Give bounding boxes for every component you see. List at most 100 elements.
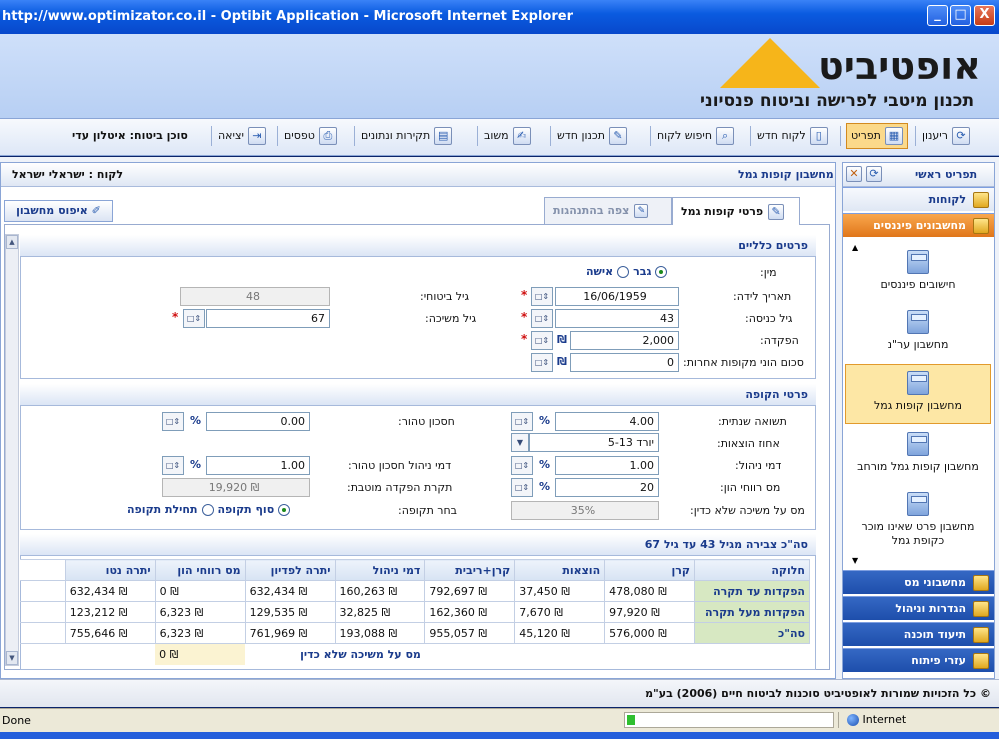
table-cell-empty bbox=[20, 580, 66, 602]
close-button[interactable]: X bbox=[974, 5, 995, 26]
withdraw-age-field[interactable]: 67 bbox=[206, 309, 330, 328]
pure-saving-fee-spinner[interactable]: □⇕ bbox=[162, 456, 184, 475]
pure-saving-percent: % bbox=[190, 414, 202, 427]
birth-date-field[interactable]: 16/06/1959 bbox=[555, 287, 679, 306]
period-end-radio[interactable] bbox=[278, 503, 291, 516]
scroll-down-icon[interactable]: ▼ bbox=[852, 556, 858, 565]
capital-gains-spinner[interactable]: □⇕ bbox=[511, 478, 533, 497]
other-funds-spinner[interactable]: □⇕ bbox=[531, 353, 553, 372]
period-start-radio[interactable] bbox=[201, 503, 214, 516]
required-mark: * bbox=[521, 288, 528, 302]
pure-saving-label: חסכון טהור: bbox=[398, 415, 455, 428]
exit-button[interactable]: יציאה ⇥ bbox=[218, 123, 266, 149]
pure-saving-spinner[interactable]: □⇕ bbox=[162, 412, 184, 431]
entry-age-label: גיל כניסה: bbox=[745, 312, 793, 325]
calculator-icon bbox=[907, 250, 929, 274]
annual-return-spinner[interactable]: □⇕ bbox=[511, 412, 533, 431]
folder-icon bbox=[973, 575, 989, 591]
refresh-icon: ⟳ bbox=[951, 127, 970, 145]
scroll-up-icon[interactable]: ▲ bbox=[6, 235, 18, 249]
withdraw-age-spinner[interactable]: □⇕ bbox=[183, 309, 205, 328]
sidebar-item-settings[interactable]: הגדרות וניהול bbox=[843, 596, 994, 620]
close-icon[interactable]: ✕ bbox=[846, 166, 862, 182]
birth-date-spinner[interactable]: □⇕ bbox=[531, 287, 553, 306]
maximize-button[interactable]: □ bbox=[950, 5, 971, 26]
sidebar-calc-item[interactable]: מחשבון ער"נ bbox=[845, 308, 991, 360]
table-cell: 45,120 ₪ bbox=[514, 622, 606, 644]
sidebar-title: תפריט ראשי bbox=[915, 168, 978, 181]
chevron-down-icon[interactable]: ▼ bbox=[511, 433, 529, 452]
summary-table: חלוקה קרן הוצאות קרן+ריבית דמי ניהול יתר… bbox=[20, 559, 810, 665]
sidebar-calc-item[interactable]: חישובים פיננסים bbox=[845, 248, 991, 300]
window-title: http://www.optimizator.co.il - Optibit A… bbox=[2, 9, 573, 24]
menu-label: תפריט bbox=[851, 129, 881, 142]
other-funds-field[interactable]: 0 bbox=[570, 353, 679, 372]
logo-wordmark: אופטיביט bbox=[818, 44, 981, 88]
row-header: סה"כ bbox=[694, 622, 810, 644]
menu-button[interactable]: תפריט ▦ bbox=[846, 123, 908, 149]
new-client-button[interactable]: לקוח חדש ▯ bbox=[757, 123, 828, 149]
table-cell: 193,088 ₪ bbox=[334, 622, 426, 644]
tab-fund-details[interactable]: פרטי קופות גמל ✎ bbox=[672, 197, 800, 225]
expenses-select[interactable]: יורד 5-13 bbox=[529, 433, 659, 452]
deposit-field[interactable]: 2,000 bbox=[570, 331, 679, 350]
client-label: לקוח : bbox=[88, 168, 123, 181]
table-cell: 632,434 ₪ bbox=[64, 580, 156, 602]
forms-button[interactable]: טפסים ⎙ bbox=[284, 123, 337, 149]
gender-male-label: גבר bbox=[633, 265, 652, 278]
table-row: מס על משיכה שלא כדין 0 ₪ bbox=[20, 643, 810, 665]
entry-age-spinner[interactable]: □⇕ bbox=[531, 309, 553, 328]
entry-age-field[interactable]: 43 bbox=[555, 309, 679, 328]
feedback-button[interactable]: משוב ✍ bbox=[484, 123, 531, 149]
sidebar-item-clients[interactable]: לקוחות bbox=[843, 187, 994, 211]
deposit-spinner[interactable]: □⇕ bbox=[531, 331, 553, 350]
edit-note-icon: ✍ bbox=[512, 127, 531, 145]
tax-withdraw-summary-label: מס על משיכה שלא כדין bbox=[300, 647, 421, 661]
search-client-button[interactable]: חיפוש לקוח ⌕ bbox=[657, 123, 735, 149]
toolbar-separator bbox=[650, 126, 651, 146]
sidebar-item-tax-calculators[interactable]: מחשבוני מס bbox=[843, 570, 994, 594]
sidebar-calc-item[interactable]: מחשבון פרט שאינו מוכר כקופת גמל bbox=[845, 490, 991, 554]
refresh-icon[interactable]: ⟳ bbox=[866, 166, 882, 182]
sidebar-calc-item[interactable]: מחשבון קופות גמל מורחב bbox=[845, 430, 991, 482]
progress-bar bbox=[624, 712, 834, 728]
table-cell-empty bbox=[20, 644, 155, 665]
refresh-label: ריענון bbox=[922, 129, 948, 142]
deposit-ceiling-label: תקרת הפקדה מוטבת: bbox=[347, 481, 453, 494]
tab-behavior[interactable]: צפה בהתנהגות ✎ bbox=[544, 197, 672, 224]
toolbar-separator bbox=[550, 126, 551, 146]
reset-calculator-button[interactable]: איפוס מחשבון ✐ bbox=[4, 200, 113, 222]
regulations-button[interactable]: תקירות ונתונים ▤ bbox=[361, 123, 453, 149]
sidebar-item-dev[interactable]: עזרי פיתוח bbox=[843, 648, 994, 672]
vertical-scrollbar[interactable]: ▲ ▼ bbox=[5, 234, 19, 666]
sidebar-calc-item-selected[interactable]: מחשבון קופות גמל bbox=[845, 364, 991, 424]
logo-tagline: תכנון מיטבי לפרישה וביטוח פנסיוני bbox=[700, 91, 975, 111]
zone-label: Internet bbox=[862, 713, 907, 726]
pure-saving-fee-field[interactable]: 1.00 bbox=[206, 456, 310, 475]
annual-return-field[interactable]: 4.00 bbox=[555, 412, 659, 431]
required-mark: * bbox=[521, 332, 528, 346]
capital-gains-field[interactable]: 20 bbox=[555, 478, 659, 497]
printer-icon: ⎙ bbox=[318, 127, 337, 145]
gender-male-radio[interactable] bbox=[655, 265, 668, 278]
pure-saving-field[interactable]: 0.00 bbox=[206, 412, 310, 431]
sidebar-item-label: הגדרות וניהול bbox=[895, 602, 966, 615]
annual-return-label: תשואה שנתית: bbox=[718, 415, 787, 428]
minimize-button[interactable]: _ bbox=[927, 5, 948, 26]
sidebar-item-label: לקוחות bbox=[928, 193, 966, 206]
sidebar-item-calculators[interactable]: מחשבונים פיננסים bbox=[843, 213, 994, 237]
tax-withdraw-field: 35% bbox=[511, 501, 659, 520]
sidebar-item-docs[interactable]: תיעוד תוכנה bbox=[843, 622, 994, 646]
client-info: לקוח : ישראלי ישראל bbox=[12, 163, 123, 187]
capital-gains-label: מס רווחי הון: bbox=[720, 481, 781, 494]
management-fee-spinner[interactable]: □⇕ bbox=[511, 456, 533, 475]
refresh-button[interactable]: ריענון ⟳ bbox=[922, 123, 970, 149]
calculator-icon bbox=[907, 371, 929, 395]
exit-label: יציאה bbox=[218, 129, 244, 142]
new-plan-button[interactable]: תכנון חדש ✎ bbox=[557, 123, 627, 149]
exit-door-icon: ⇥ bbox=[248, 127, 266, 145]
gender-female-radio[interactable] bbox=[617, 265, 630, 278]
management-fee-field[interactable]: 1.00 bbox=[555, 456, 659, 475]
scroll-down-icon[interactable]: ▼ bbox=[6, 651, 18, 665]
column-header: חלוקה bbox=[694, 559, 810, 581]
